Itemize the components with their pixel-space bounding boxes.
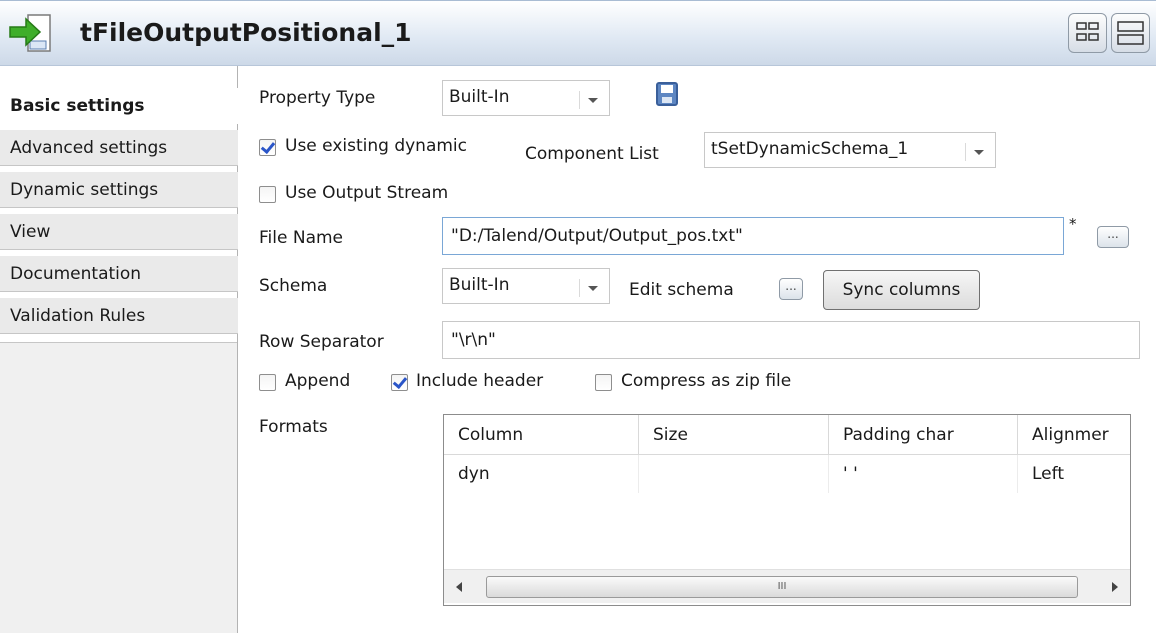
compress-zip-checkbox[interactable] — [595, 374, 612, 391]
table-cell-column[interactable]: dyn — [444, 455, 639, 493]
formats-label: Formats — [259, 417, 328, 437]
chevron-down-icon — [579, 279, 601, 297]
row-separator-input[interactable]: "\r\n" — [442, 321, 1140, 359]
schema-value: Built-In — [449, 275, 510, 295]
use-existing-dynamic-checkbox[interactable] — [259, 139, 276, 156]
use-output-stream-checkbox[interactable] — [259, 186, 276, 203]
horizontal-scrollbar[interactable]: III — [444, 569, 1130, 603]
file-name-label: File Name — [259, 228, 344, 248]
tab-validation-rules[interactable]: Validation Rules — [0, 298, 238, 334]
edit-schema-label: Edit schema — [629, 280, 734, 300]
component-list-label: Component List — [525, 144, 659, 164]
scrollbar-thumb[interactable]: III — [486, 576, 1078, 598]
sync-columns-button[interactable]: Sync columns — [823, 270, 980, 310]
chevron-down-icon — [579, 91, 601, 109]
row-separator-label: Row Separator — [259, 332, 384, 352]
property-type-select[interactable]: Built-In — [442, 80, 610, 116]
required-marker: * — [1069, 215, 1077, 233]
schema-label: Schema — [259, 276, 328, 296]
table-cell-alignment[interactable]: Left — [1018, 455, 1130, 493]
file-name-value: "D:/Talend/Output/Output_pos.txt" — [451, 226, 743, 246]
tab-documentation[interactable]: Documentation — [0, 256, 238, 292]
browse-button[interactable]: ... — [1097, 226, 1129, 248]
table-cell-padding-char[interactable]: ' ' — [829, 455, 1018, 493]
table-cell-size[interactable] — [639, 455, 829, 493]
component-header: tFileOutputPositional_1 — [0, 0, 1156, 66]
chevron-down-icon — [965, 143, 987, 161]
include-header-label: Include header — [416, 371, 544, 391]
column-header-alignment[interactable]: Alignmer — [1018, 415, 1130, 455]
schema-select[interactable]: Built-In — [442, 268, 610, 304]
edit-schema-button[interactable]: ... — [779, 278, 803, 300]
grid-view-icon — [1076, 22, 1099, 41]
tab-dynamic-settings[interactable]: Dynamic settings — [0, 172, 238, 208]
row-separator-value: "\r\n" — [451, 330, 496, 350]
scroll-left-arrow-icon[interactable] — [456, 582, 462, 592]
file-name-input[interactable]: "D:/Talend/Output/Output_pos.txt" — [442, 217, 1064, 255]
list-view-icon — [1117, 21, 1144, 45]
tab-view[interactable]: View — [0, 214, 238, 250]
column-header-padding-char[interactable]: Padding char — [829, 415, 1018, 455]
scroll-right-arrow-icon[interactable] — [1112, 582, 1118, 592]
append-label: Append — [285, 371, 351, 391]
list-view-button[interactable] — [1111, 13, 1150, 53]
compress-zip-label: Compress as zip file — [621, 371, 792, 391]
file-output-arrow-icon — [9, 14, 51, 52]
component-list-value: tSetDynamicSchema_1 — [711, 139, 909, 159]
column-header-column[interactable]: Column — [444, 415, 639, 455]
tab-advanced-settings[interactable]: Advanced settings — [0, 130, 238, 166]
sidebar-empty-area — [0, 342, 237, 633]
component-list-select[interactable]: tSetDynamicSchema_1 — [704, 132, 996, 168]
formats-table[interactable]: Column Size Padding char Alignmer dyn ' … — [443, 414, 1131, 606]
column-header-size[interactable]: Size — [639, 415, 829, 455]
use-existing-dynamic-label: Use existing dynamic — [285, 136, 467, 156]
property-type-label: Property Type — [259, 88, 376, 108]
tab-basic-settings[interactable]: Basic settings — [0, 88, 238, 124]
grid-view-button[interactable] — [1068, 13, 1107, 53]
property-type-value: Built-In — [449, 87, 510, 107]
include-header-checkbox[interactable] — [391, 374, 408, 391]
save-icon[interactable] — [656, 82, 678, 106]
component-title: tFileOutputPositional_1 — [80, 18, 412, 47]
append-checkbox[interactable] — [259, 374, 276, 391]
settings-sidebar: Basic settings Advanced settings Dynamic… — [0, 66, 238, 633]
use-output-stream-label: Use Output Stream — [285, 183, 449, 203]
